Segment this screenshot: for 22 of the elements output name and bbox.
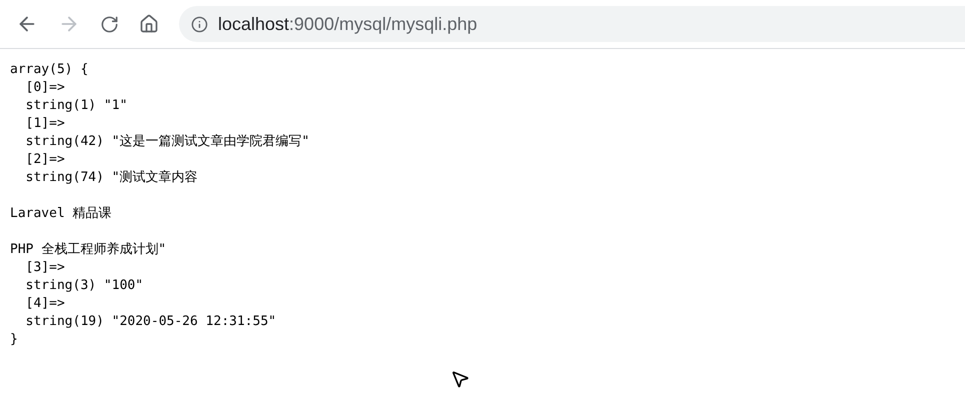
url-text: localhost:9000/mysql/mysqli.php xyxy=(218,12,478,36)
output-line: Laravel 精品课 xyxy=(10,205,112,223)
output-line: string(42) "这是一篇测试文章由学院君编写" xyxy=(24,133,310,151)
output-line: string(74) "测试文章内容 xyxy=(24,169,198,187)
output-line: [0]=> xyxy=(24,79,65,97)
output-line: string(1) "1" xyxy=(24,97,128,115)
output-line: [2]=> xyxy=(24,151,65,169)
output-line: string(3) "100" xyxy=(24,277,144,295)
output-line: [4]=> xyxy=(24,295,65,313)
output-line: [3]=> xyxy=(24,259,65,277)
home-icon xyxy=(139,14,159,34)
reload-icon xyxy=(100,14,119,34)
info-icon xyxy=(191,16,208,32)
home-button[interactable] xyxy=(139,14,159,34)
mouse-pointer-icon xyxy=(450,369,470,389)
output-line: string(19) "2020-05-26 12:31:55" xyxy=(24,313,276,331)
reload-button[interactable] xyxy=(100,14,119,34)
output-line: array(5) { xyxy=(10,61,88,79)
output-line: PHP 全栈工程师养成计划" xyxy=(10,241,166,259)
address-bar[interactable]: localhost:9000/mysql/mysqli.php xyxy=(179,6,965,42)
output-line: [1]=> xyxy=(24,115,65,133)
output-line: } xyxy=(10,331,18,349)
